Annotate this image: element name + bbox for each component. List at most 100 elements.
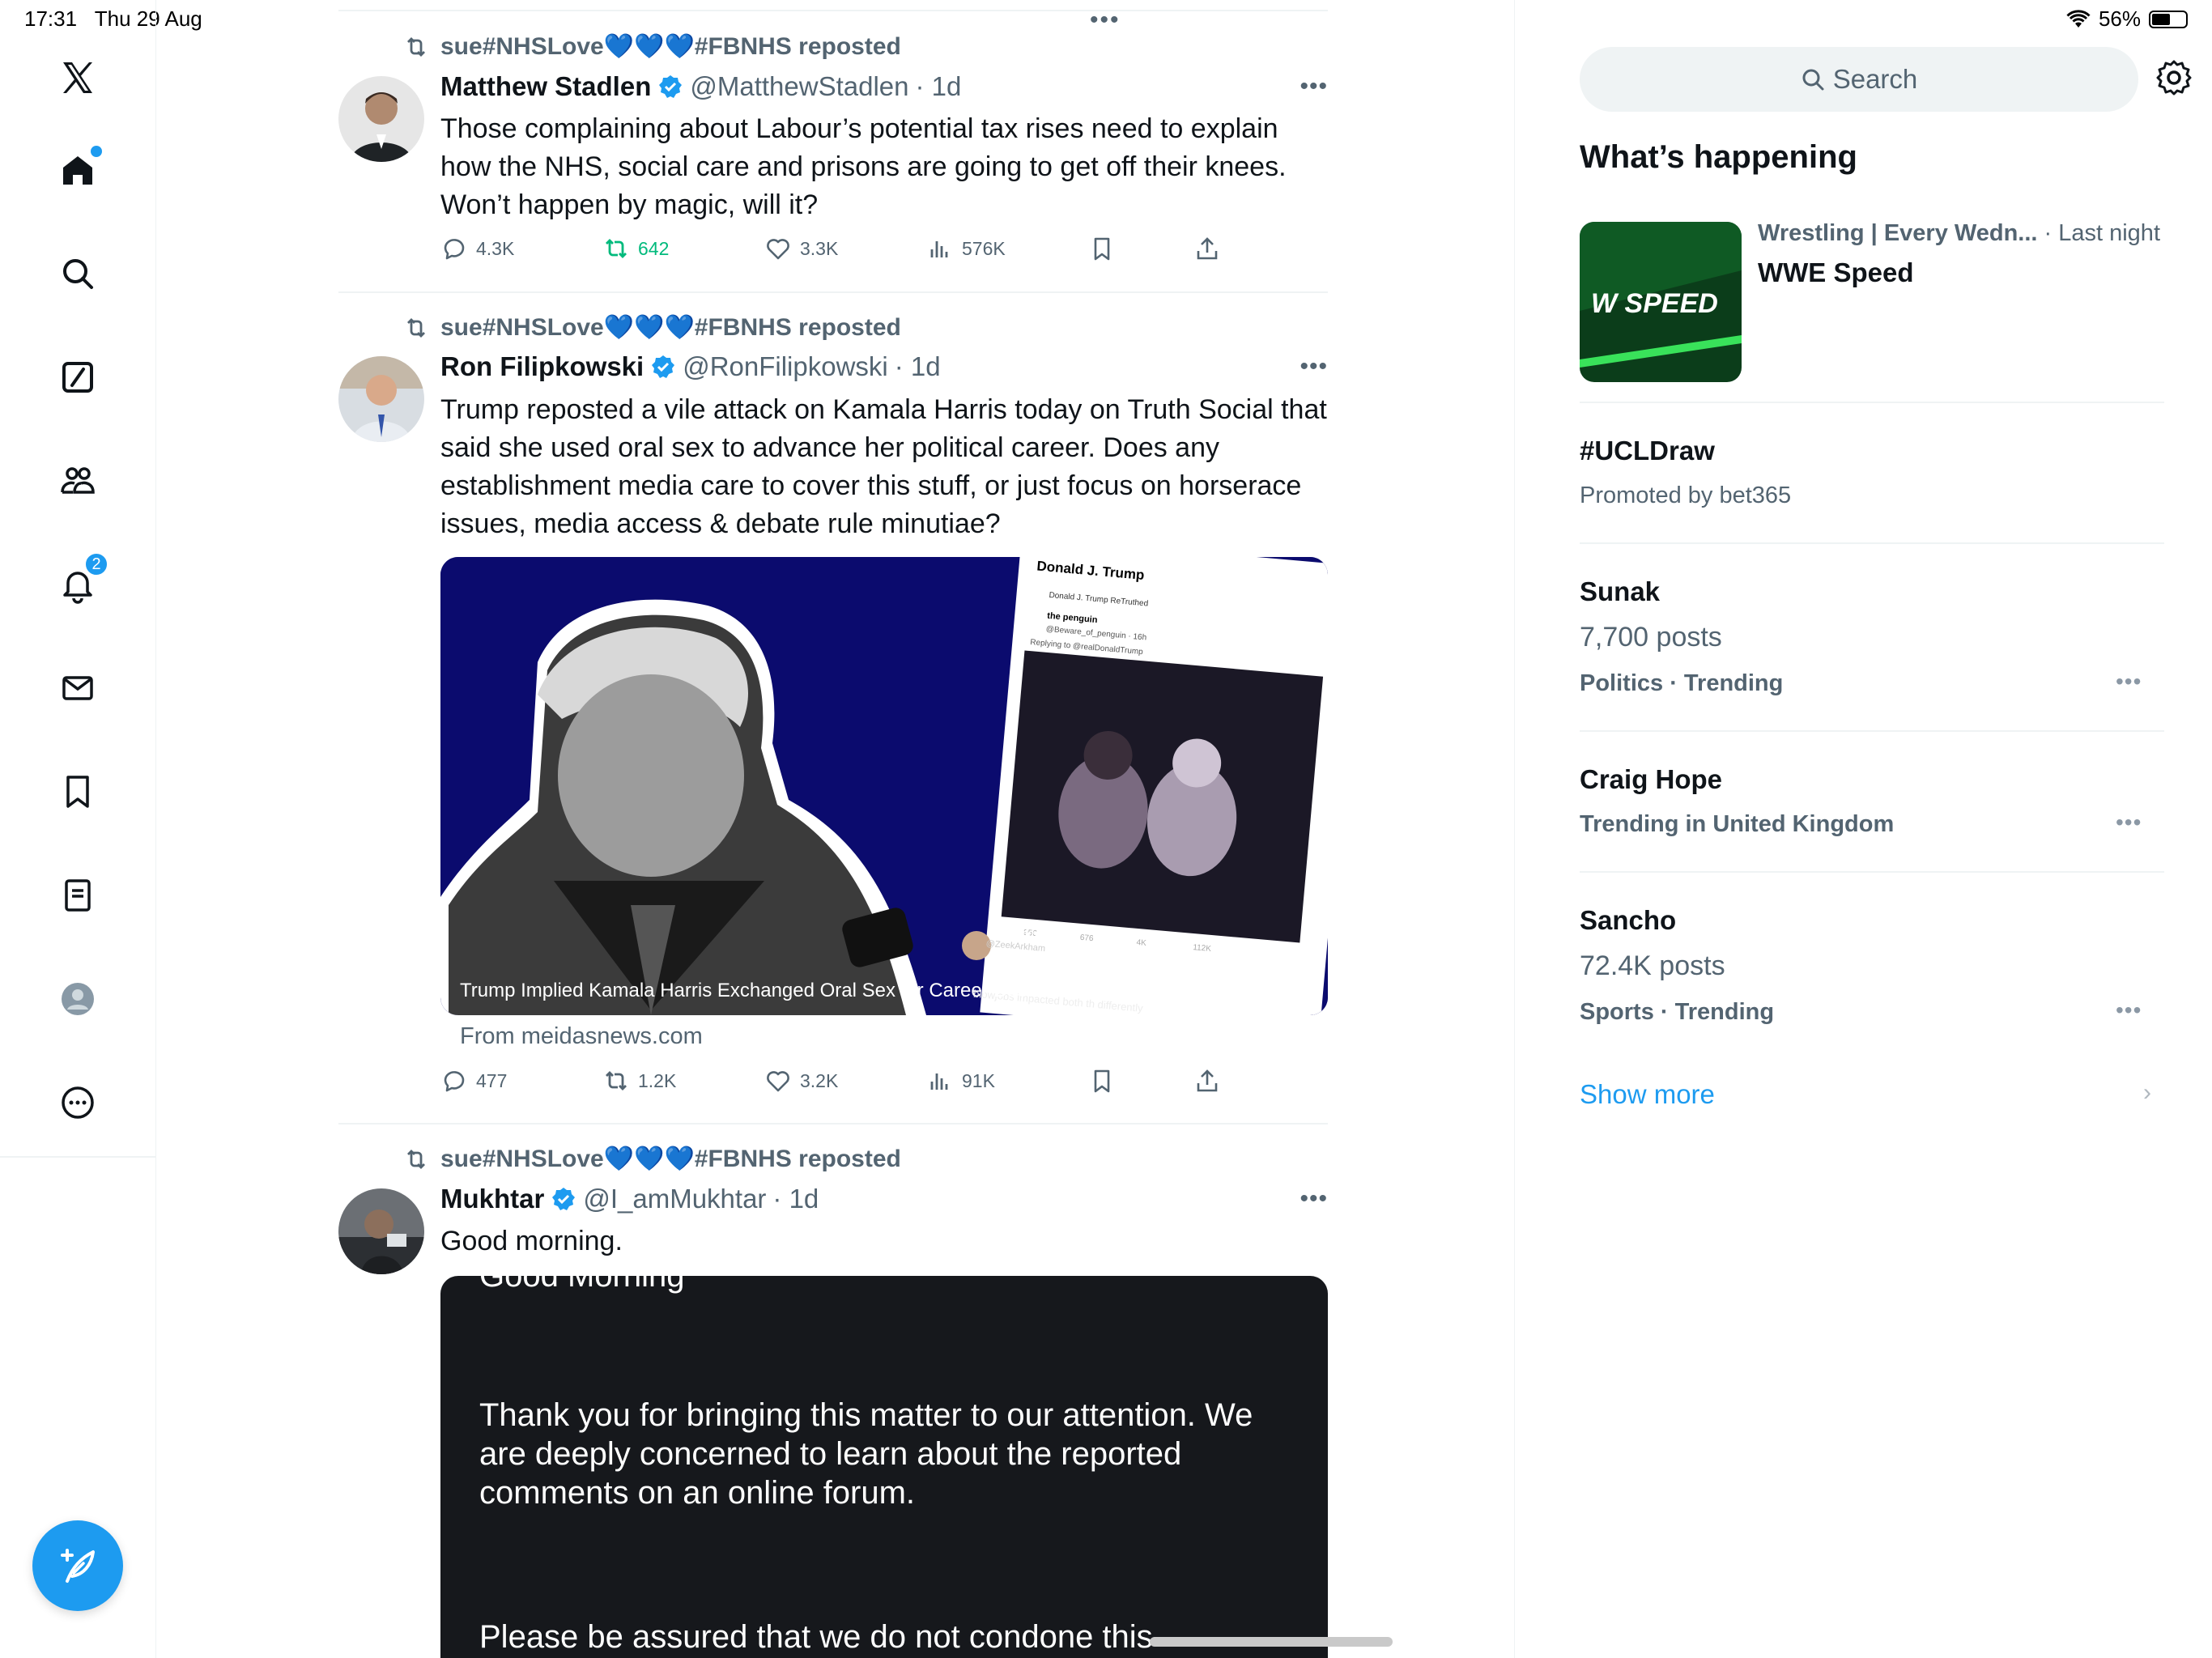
trend-meta: Wrestling | Every Wedn... · Last night bbox=[1758, 220, 2160, 246]
trend-title: WWE Speed bbox=[1758, 257, 1914, 287]
tweet-actions: 4.3K 642 3.3K 576K bbox=[440, 235, 1250, 266]
home-icon[interactable] bbox=[52, 144, 104, 196]
repost-indicator: sue#NHSLove💙💙💙#FBNHS reposted bbox=[403, 313, 901, 342]
share-button[interactable] bbox=[1193, 1067, 1221, 1095]
search-icon[interactable] bbox=[52, 248, 104, 300]
tweet-more-icon[interactable]: ••• bbox=[1300, 73, 1328, 100]
settings-gear-icon[interactable] bbox=[2155, 58, 2193, 97]
share-button[interactable] bbox=[1193, 235, 1221, 262]
trend-more-icon[interactable]: ••• bbox=[2116, 810, 2142, 835]
search-placeholder: Search bbox=[1832, 64, 1918, 94]
reply-button[interactable]: 4.3K bbox=[440, 235, 514, 262]
share-icon bbox=[1197, 1069, 1218, 1092]
trend-category: Trending in United Kingdom bbox=[1580, 811, 1895, 837]
heart-icon bbox=[767, 1071, 789, 1092]
reply-button[interactable]: 477 bbox=[440, 1067, 507, 1095]
timeline: ••• sue#NHSLove💙💙💙#FBNHS reposted Matthe… bbox=[338, 0, 1328, 1658]
image-heading: Good Morning bbox=[479, 1276, 685, 1294]
views-button[interactable]: 91K bbox=[926, 1067, 995, 1095]
trend-title: Sunak bbox=[1580, 576, 1661, 606]
trend-subtitle: Promoted by bet365 bbox=[1580, 483, 1792, 508]
more-icon[interactable] bbox=[52, 1077, 104, 1129]
tweet-time: · 1d bbox=[915, 71, 962, 101]
tweet-image[interactable]: Good Morning Thank you for bringing this… bbox=[440, 1276, 1328, 1658]
tweet-text: Good morning. bbox=[440, 1226, 623, 1256]
avatar[interactable] bbox=[338, 1188, 424, 1274]
profile-icon[interactable] bbox=[52, 973, 104, 1025]
heart-icon bbox=[767, 239, 789, 260]
trend-category: Sports · Trending bbox=[1580, 999, 1775, 1025]
home-indicator-bar[interactable] bbox=[1150, 1637, 1393, 1647]
repost-indicator: sue#NHSLove💙💙💙#FBNHS reposted bbox=[403, 1145, 901, 1173]
author-name[interactable]: Matthew Stadlen bbox=[440, 71, 651, 102]
notifications-icon[interactable]: 2 bbox=[52, 552, 108, 610]
grok-icon[interactable] bbox=[52, 351, 104, 403]
home-unread-dot bbox=[91, 146, 102, 157]
repost-icon bbox=[606, 239, 627, 258]
trend-post-count: 7,700 posts bbox=[1580, 622, 1722, 653]
trend-divider bbox=[1580, 730, 2164, 732]
author-handle[interactable]: @RonFilipkowski bbox=[683, 351, 888, 382]
repost-icon bbox=[606, 1071, 627, 1090]
screenshot-stat: 112K bbox=[1193, 943, 1212, 954]
bookmarks-icon[interactable] bbox=[52, 766, 104, 818]
tweet-divider bbox=[338, 1123, 1328, 1124]
author-name[interactable]: Ron Filipkowski bbox=[440, 351, 644, 382]
like-button[interactable]: 3.3K bbox=[764, 235, 838, 262]
link-card-image[interactable]: Donald J. Trump Donald J. Trump ReTruthe… bbox=[440, 557, 1328, 1015]
tweet-more-icon[interactable]: ••• bbox=[1300, 353, 1328, 380]
like-button[interactable]: 3.2K bbox=[764, 1067, 838, 1095]
compose-post-button[interactable] bbox=[32, 1520, 123, 1611]
trend-title: Sancho bbox=[1580, 905, 1677, 935]
tweet-more-icon[interactable]: ••• bbox=[1300, 1185, 1328, 1213]
author-name[interactable]: Mukhtar bbox=[440, 1184, 544, 1214]
nav-divider bbox=[0, 1156, 156, 1158]
section-heading: What’s happening bbox=[1580, 139, 1857, 175]
trend-more-icon[interactable]: ••• bbox=[2116, 669, 2142, 695]
trend-divider bbox=[1580, 871, 2164, 873]
avatar[interactable] bbox=[338, 76, 424, 162]
repost-icon bbox=[407, 1149, 425, 1169]
image-paragraph: Thank you for bringing this matter to ou… bbox=[479, 1397, 1253, 1511]
repost-icon bbox=[407, 36, 425, 57]
screenshot-stat: 4K bbox=[1136, 938, 1146, 948]
bookmark-button[interactable] bbox=[1088, 1067, 1116, 1095]
author-handle[interactable]: @I_amMukhtar bbox=[583, 1184, 766, 1214]
trend-divider bbox=[1580, 402, 2164, 403]
repost-button[interactable]: 642 bbox=[602, 235, 669, 262]
author-handle[interactable]: @MatthewStadlen bbox=[690, 71, 908, 102]
x-logo-icon[interactable] bbox=[52, 52, 104, 104]
verified-badge-icon bbox=[659, 75, 683, 98]
screenshot-stat: 676 bbox=[1079, 933, 1094, 943]
wwe-logo-text: W SPEED bbox=[1591, 288, 1718, 319]
repost-indicator: sue#NHSLove💙💙💙#FBNHS reposted bbox=[403, 32, 901, 61]
tweet-author-line: Ron Filipkowski @RonFilipkowski · 1d bbox=[440, 351, 941, 382]
bookmark-button[interactable] bbox=[1088, 235, 1116, 262]
trend-divider bbox=[1580, 542, 2164, 544]
tweet-text: Those complaining about Labour’s potenti… bbox=[440, 113, 1287, 220]
views-icon bbox=[930, 241, 948, 257]
right-sidebar: Search What’s happening W SPEED Wrestlin… bbox=[1514, 0, 2212, 1658]
views-button[interactable]: 576K bbox=[926, 235, 1006, 262]
bookmark-icon bbox=[1094, 237, 1110, 261]
show-more-link[interactable]: Show more bbox=[1580, 1079, 1715, 1110]
tweet-author-line: Matthew Stadlen @MatthewStadlen · 1d bbox=[440, 71, 961, 102]
search-input[interactable]: Search bbox=[1580, 47, 2138, 112]
avatar[interactable] bbox=[338, 356, 424, 442]
card-source[interactable]: From meidasnews.com bbox=[460, 1023, 703, 1050]
multitask-handle-icon[interactable]: ••• bbox=[1090, 6, 1121, 34]
repost-button[interactable]: 1.2K bbox=[602, 1067, 676, 1095]
messages-icon[interactable] bbox=[52, 662, 104, 714]
search-icon bbox=[1802, 69, 1824, 91]
chevron-right-icon: › bbox=[2143, 1079, 2151, 1106]
lists-icon[interactable] bbox=[52, 869, 104, 921]
left-navigation: 2 bbox=[0, 0, 156, 1658]
views-icon bbox=[930, 1073, 948, 1090]
share-icon bbox=[1197, 237, 1218, 260]
wwe-speed-thumbnail: W SPEED bbox=[1580, 222, 1742, 382]
communities-icon[interactable] bbox=[52, 455, 104, 507]
tweet-time: · 1d bbox=[894, 351, 941, 381]
trend-more-icon[interactable]: ••• bbox=[2116, 997, 2142, 1023]
card-caption: Trump Implied Kamala Harris Exchanged Or… bbox=[460, 980, 1053, 1001]
repost-icon bbox=[407, 317, 425, 338]
